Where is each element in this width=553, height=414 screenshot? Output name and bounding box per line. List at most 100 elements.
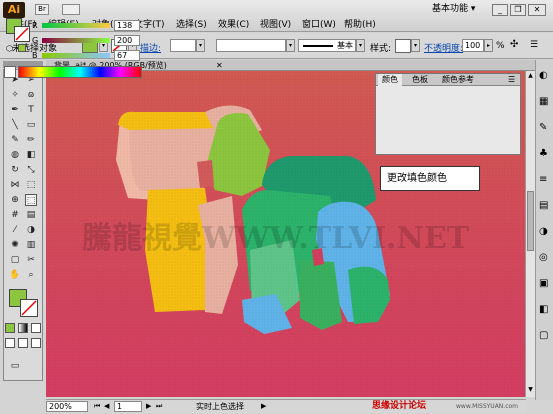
scroll-up-arrow[interactable]: ▲ (526, 71, 535, 81)
channel-g-slider[interactable] (42, 38, 110, 43)
appearance-panel-icon[interactable]: ◎ (539, 252, 551, 264)
slice-tool-icon[interactable]: ✂ (25, 254, 37, 266)
blend-tool-icon[interactable]: ◑ (25, 224, 37, 236)
stroke-weight-input[interactable] (170, 39, 196, 52)
out-of-gamut-icon[interactable]: ⬡ (6, 44, 16, 54)
opacity-arrow[interactable]: ▸ (484, 39, 493, 52)
mesh-tool-icon[interactable]: # (9, 209, 21, 221)
gradient-tool-icon[interactable]: ▤ (25, 209, 37, 221)
swatches-panel-icon[interactable]: ▦ (539, 96, 551, 108)
hand-tool-icon[interactable]: ✋ (9, 269, 21, 281)
web-safe-swatch[interactable] (18, 44, 26, 52)
scale-tool-icon[interactable]: ⤡ (25, 164, 37, 176)
close-tab-icon[interactable]: ✕ (216, 60, 223, 71)
stroke-panel-icon[interactable]: ≡ (539, 174, 551, 186)
first-artboard-button[interactable]: ⏮ (94, 401, 104, 412)
spectrum-none-swatch[interactable] (4, 66, 16, 78)
transparency-panel-icon[interactable]: ◑ (539, 226, 551, 238)
pencil-tool-icon[interactable]: ✏ (25, 134, 37, 146)
align-button[interactable]: ✣ (510, 39, 522, 51)
rotate-tool-icon[interactable]: ↻ (9, 164, 21, 176)
channel-b-label: B (32, 51, 38, 60)
panel-stroke-swatch[interactable] (14, 26, 30, 42)
status-arrow[interactable]: ▶ (261, 401, 266, 412)
brushes-panel-icon[interactable]: ✎ (539, 122, 551, 134)
color-spectrum-bar[interactable] (18, 66, 142, 78)
close-button[interactable]: ✕ (528, 4, 546, 16)
none-mode-icon[interactable] (31, 323, 41, 333)
menu-effect[interactable]: 效果(C) (218, 20, 249, 31)
restore-button[interactable]: ❐ (510, 4, 526, 16)
screen-mode-icon[interactable]: ▭ (9, 360, 21, 372)
toolbox-stroke-swatch[interactable] (20, 299, 38, 317)
opacity-input[interactable]: 100 (462, 39, 484, 52)
color-panel-icon[interactable]: ◐ (539, 70, 551, 82)
channel-g-value[interactable]: 200 (114, 35, 140, 46)
stroke-weight-arrow[interactable]: ▾ (196, 39, 205, 52)
tab-color-guide[interactable]: 颜色参考 (442, 74, 474, 86)
stroke-label[interactable]: 描边: (140, 41, 161, 54)
bridge-button[interactable]: Br (35, 4, 49, 15)
graphic-style-arrow[interactable]: ▾ (411, 39, 420, 52)
channel-b-value[interactable]: 67 (114, 50, 140, 61)
style-label: 样式: (370, 44, 392, 54)
scroll-thumb[interactable] (527, 191, 534, 251)
color-mode-icon[interactable] (5, 323, 15, 333)
gradient-panel-icon[interactable]: ▤ (539, 200, 551, 212)
arrange-documents-button[interactable] (62, 4, 80, 15)
last-artboard-button[interactable]: ⏭ (156, 401, 166, 412)
panel-menu-icon[interactable]: ☰ (530, 39, 542, 51)
menu-window[interactable]: 窗口(W) (302, 20, 336, 31)
artboard-number-input[interactable]: 1 (114, 401, 142, 412)
variable-width-arrow[interactable]: ▾ (286, 39, 295, 52)
zoom-tool-icon[interactable]: ⌕ (25, 269, 37, 281)
variable-width-dropdown[interactable] (216, 39, 286, 52)
menu-view[interactable]: 视图(V) (260, 20, 291, 31)
brush-dropdown-arrow[interactable]: ▾ (356, 39, 365, 52)
channel-b-slider[interactable] (42, 53, 110, 58)
panel-menu-icon[interactable]: ☰ (508, 74, 515, 86)
graphic-style-swatch[interactable] (395, 39, 411, 53)
artboard-tool-icon[interactable]: ▢ (9, 254, 21, 266)
prev-artboard-button[interactable]: ◀ (104, 401, 114, 412)
draw-normal-icon[interactable] (5, 338, 15, 348)
brush-definition-dropdown[interactable]: 基本 (298, 39, 356, 52)
eyedropper-tool-icon[interactable]: ⁄ (9, 224, 21, 236)
opacity-label[interactable]: 不透明度: (424, 41, 463, 54)
next-artboard-button[interactable]: ▶ (146, 401, 156, 412)
channel-r-slider[interactable] (42, 23, 110, 28)
live-paint-selection-tool-icon[interactable]: ⬚ (25, 194, 37, 206)
eraser-tool-icon[interactable]: ◧ (25, 149, 37, 161)
zoom-level[interactable]: 200% (46, 401, 88, 412)
width-tool-icon[interactable]: ⋈ (9, 179, 21, 191)
rectangle-tool-icon[interactable]: ▭ (25, 119, 37, 131)
tab-color[interactable]: 颜色 (378, 74, 402, 86)
draw-behind-icon[interactable] (18, 338, 28, 348)
minimize-button[interactable]: _ (492, 4, 508, 16)
scroll-down-arrow[interactable]: ▼ (526, 385, 535, 395)
workspace-switcher[interactable]: 基本功能 ▾ (432, 4, 482, 15)
line-tool-icon[interactable]: ╲ (9, 119, 21, 131)
column-graph-tool-icon[interactable]: ▥ (25, 239, 37, 251)
type-tool-icon[interactable]: T (25, 104, 37, 116)
free-transform-tool-icon[interactable]: ⬚ (25, 179, 37, 191)
channel-r-value[interactable]: 138 (114, 20, 140, 31)
draw-inside-icon[interactable] (31, 338, 41, 348)
paintbrush-tool-icon[interactable]: ✎ (9, 134, 21, 146)
layers-panel-icon[interactable]: ◧ (539, 304, 551, 316)
shape-builder-tool-icon[interactable]: ⊕ (9, 194, 21, 206)
blob-brush-tool-icon[interactable]: ◍ (9, 149, 21, 161)
pen-tool-icon[interactable]: ✒ (9, 104, 21, 116)
symbols-panel-icon[interactable]: ♣ (539, 148, 551, 160)
lasso-tool-icon[interactable]: ɷ (25, 89, 37, 101)
menu-help[interactable]: 帮助(H) (344, 20, 376, 31)
magic-wand-tool-icon[interactable]: ✧ (9, 89, 21, 101)
gradient-mode-icon[interactable] (18, 323, 28, 333)
artboards-panel-icon[interactable]: ▢ (539, 330, 551, 342)
symbol-sprayer-tool-icon[interactable]: ✺ (9, 239, 21, 251)
vertical-scrollbar[interactable]: ▲ ▼ (525, 71, 535, 397)
menu-select[interactable]: 选择(S) (176, 20, 207, 31)
tab-swatches[interactable]: 色板 (412, 74, 428, 86)
current-tool-status[interactable]: 实时上色选择 (196, 401, 244, 412)
graphic-styles-panel-icon[interactable]: ▣ (539, 278, 551, 290)
